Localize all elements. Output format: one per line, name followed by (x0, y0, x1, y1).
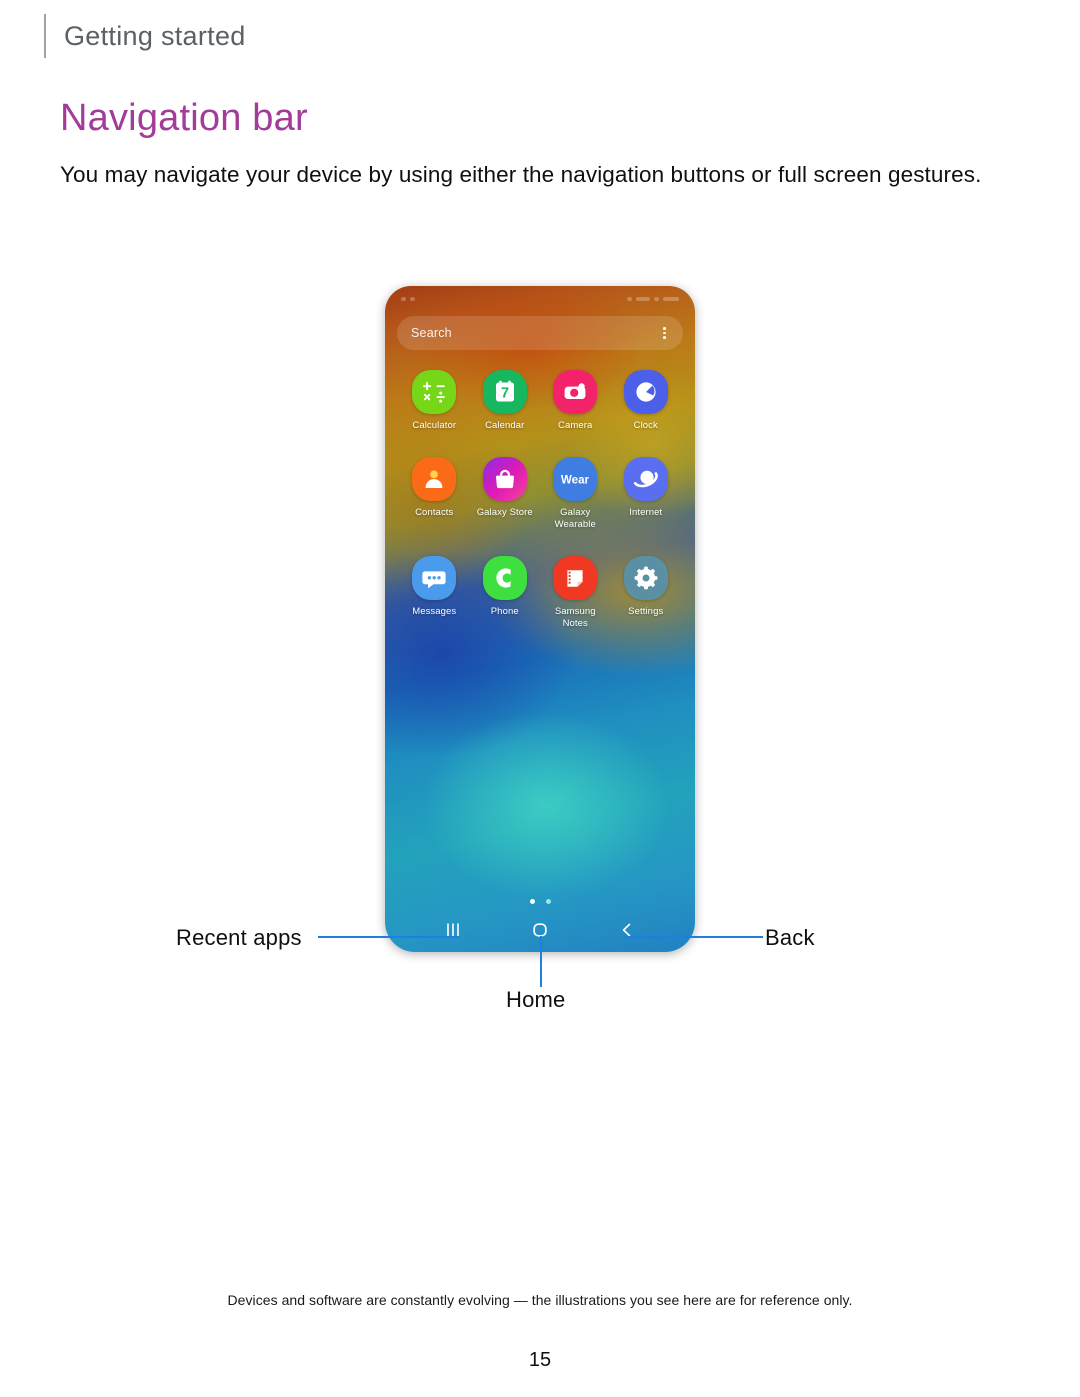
recent-apps-icon[interactable] (430, 915, 476, 945)
app-label: Messages (412, 606, 457, 618)
app-label: Settings (628, 606, 664, 618)
app-grid: Calculator 7 Calendar Camera Clock Conta… (399, 370, 681, 629)
search-bar[interactable]: Search (397, 316, 683, 350)
app-galaxy-store[interactable]: Galaxy Store (470, 457, 541, 530)
app-camera[interactable]: Camera (540, 370, 611, 431)
page-number: 15 (528, 1349, 552, 1371)
app-label: Samsung Notes (554, 606, 596, 629)
search-input[interactable]: Search (411, 326, 452, 340)
calendar-day-number: 7 (501, 386, 509, 402)
leader-line-recent-apps (318, 936, 460, 938)
app-label: Calculator (412, 420, 457, 431)
samsung-notes-icon[interactable] (553, 556, 598, 601)
app-label: Galaxy Store (476, 507, 533, 519)
app-label: Clock (633, 420, 658, 431)
camera-icon[interactable] (553, 370, 598, 414)
app-samsung-notes[interactable]: Samsung Notes (540, 556, 611, 629)
messages-icon[interactable] (412, 556, 457, 601)
breadcrumb-label: Getting started (64, 20, 246, 51)
app-label: Internet (629, 507, 663, 519)
calculator-icon[interactable] (412, 370, 457, 414)
app-calculator[interactable]: Calculator (399, 370, 470, 431)
manual-page: Getting started Navigation bar You may n… (0, 0, 1080, 1397)
callout-home-label: Home (506, 987, 566, 1012)
app-clock[interactable]: Clock (611, 370, 682, 431)
app-label: Phone (490, 606, 519, 618)
leader-line-home (540, 936, 542, 987)
app-settings[interactable]: Settings (611, 556, 682, 629)
status-bar-left-icons (401, 297, 415, 301)
back-chevron-icon[interactable] (604, 915, 650, 945)
clock-icon[interactable] (623, 370, 668, 414)
app-label: Calendar (485, 420, 525, 431)
breadcrumb: Getting started (44, 14, 246, 58)
app-contacts[interactable]: Contacts (399, 457, 470, 530)
page-title: Navigation bar (60, 97, 308, 139)
galaxy-store-icon[interactable] (482, 457, 527, 502)
phone-illustration: Search Calculator 7 Calendar Camera Cloc… (385, 286, 695, 952)
app-galaxy-wearable[interactable]: Wear Galaxy Wearable (540, 457, 611, 530)
home-page-indicator (385, 899, 695, 904)
app-phone[interactable]: Phone (470, 556, 541, 629)
intro-paragraph: You may navigate your device by using ei… (60, 162, 982, 187)
kebab-menu-icon[interactable] (660, 324, 669, 342)
breadcrumb-divider (44, 14, 46, 58)
status-bar-right-icons (627, 297, 679, 301)
status-bar (385, 286, 695, 312)
app-internet[interactable]: Internet (611, 457, 682, 530)
wear-wordmark: Wear (561, 474, 590, 487)
galaxy-wearable-icon[interactable]: Wear (553, 457, 598, 502)
app-label: Camera (558, 420, 593, 431)
callout-back-label: Back (765, 925, 815, 950)
page-dot-active[interactable] (529, 899, 535, 904)
app-label: Galaxy Wearable (554, 507, 596, 530)
callout-recent-apps-label: Recent apps (176, 925, 302, 950)
internet-icon[interactable] (623, 457, 668, 502)
app-label: Contacts (415, 507, 454, 519)
page-dot[interactable] (545, 899, 551, 904)
calendar-icon[interactable]: 7 (482, 370, 527, 414)
footer-disclaimer: Devices and software are constantly evol… (227, 1292, 853, 1308)
leader-line-back (626, 936, 763, 938)
settings-gear-icon[interactable] (623, 556, 668, 601)
contacts-icon[interactable] (412, 457, 457, 502)
phone-icon[interactable] (482, 556, 527, 601)
app-messages[interactable]: Messages (399, 556, 470, 629)
app-calendar[interactable]: 7 Calendar (470, 370, 541, 431)
